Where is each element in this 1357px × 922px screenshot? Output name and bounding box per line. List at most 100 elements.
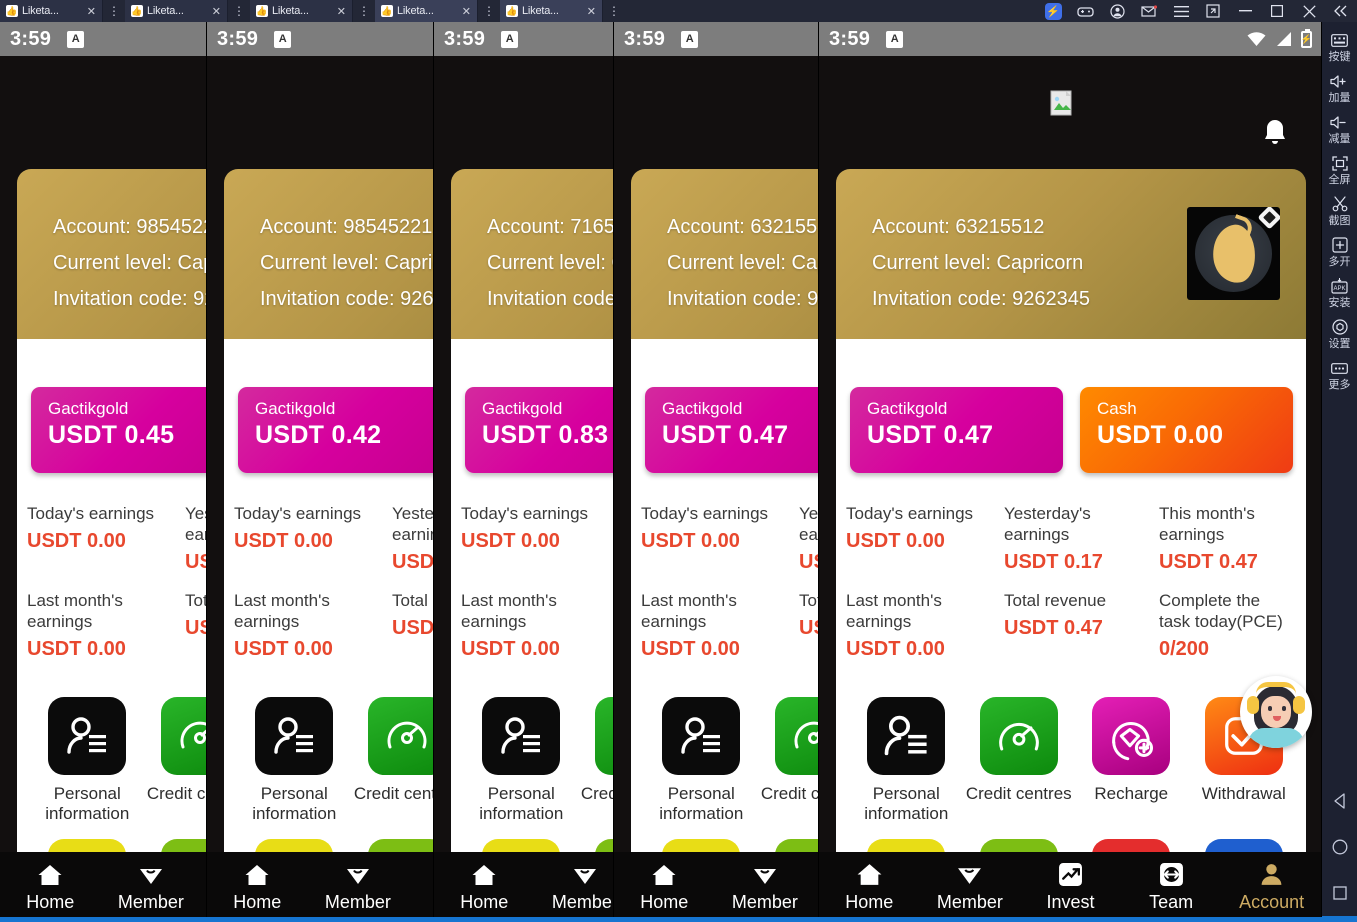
stat-label: Yesterday's earnings bbox=[1004, 504, 1091, 544]
gactikgold-balance-chip[interactable]: Gactikgold USDT 0.45 bbox=[31, 387, 206, 473]
nav-label: Team bbox=[1149, 892, 1194, 912]
account-icon[interactable] bbox=[1101, 0, 1133, 22]
stat-value: 0/200 bbox=[1159, 638, 1210, 660]
menu-item-personal-information[interactable]: Personal information bbox=[465, 697, 578, 824]
gactikgold-balance-chip[interactable]: Gactikgold USDT 0.47 bbox=[645, 387, 818, 473]
gactikgold-balance-chip[interactable]: Gactikgold USDT 0.42 bbox=[238, 387, 433, 473]
collapse-rail-icon[interactable] bbox=[1325, 0, 1357, 22]
instance-panel-5[interactable]: 3:59 A ⚡ Account: 63215512 Current level… bbox=[819, 22, 1322, 922]
account-line: Account: 98545221 bbox=[260, 209, 433, 245]
nav-member[interactable]: Member bbox=[101, 861, 202, 913]
invite-line: Invitation code: 9262345 bbox=[260, 281, 433, 317]
nav-invest[interactable]: Invest bbox=[1020, 861, 1121, 913]
restore-down-icon[interactable] bbox=[1197, 0, 1229, 22]
home-button[interactable] bbox=[1322, 824, 1357, 870]
tab-menu-2[interactable]: ⋮ bbox=[228, 0, 250, 22]
nav-home[interactable]: Home bbox=[0, 861, 101, 913]
nav-home[interactable]: Home bbox=[614, 861, 715, 913]
nav-member[interactable]: Member bbox=[535, 861, 613, 913]
maximize-icon[interactable] bbox=[1261, 0, 1293, 22]
stat-last-month: Last month's earnings USDT 0.00 bbox=[641, 590, 799, 662]
menu-item-personal-information[interactable]: Personal information bbox=[850, 697, 963, 824]
menu-item-recharge[interactable]: Recharge bbox=[1075, 697, 1188, 824]
nav-home[interactable]: Home bbox=[207, 861, 308, 913]
gactikgold-balance-chip[interactable]: Gactikgold USDT 0.83 bbox=[465, 387, 613, 473]
instance-panel-1[interactable]: 3:59 A Account: 98545221 Current level: … bbox=[0, 22, 207, 922]
rail-item-label: 加量 bbox=[1328, 92, 1351, 104]
gactikgold-balance-chip[interactable]: Gactikgold USDT 0.47 bbox=[850, 387, 1063, 473]
cash-balance-chip[interactable]: Cash USDT 0.00 bbox=[1080, 387, 1293, 473]
signal-icon bbox=[1275, 32, 1292, 46]
menu-item-personal-information[interactable]: Personal information bbox=[31, 697, 144, 824]
boost-icon[interactable]: ⚡ bbox=[1037, 0, 1069, 22]
emulator-tab-2[interactable]: 👍 Liketa... ✕ bbox=[125, 0, 228, 22]
emulator-tab-3[interactable]: 👍 Liketa... ✕ bbox=[250, 0, 353, 22]
emulator-tab-5[interactable]: 👍 Liketa... ✕ bbox=[500, 0, 603, 22]
close-window-icon[interactable] bbox=[1293, 0, 1325, 22]
rail-item-install-apk[interactable]: APK 安装 bbox=[1322, 276, 1357, 310]
close-icon[interactable]: ✕ bbox=[337, 5, 346, 18]
stat-value: USDT 0.00 bbox=[234, 530, 333, 552]
gauge-icon bbox=[160, 697, 206, 775]
back-button[interactable] bbox=[1322, 778, 1357, 824]
rail-item-keys[interactable]: 按键 bbox=[1322, 30, 1357, 64]
person-card-icon bbox=[482, 697, 561, 775]
rail-item-screenshot[interactable]: 截图 bbox=[1322, 194, 1357, 228]
invite-label: Invitation code: bbox=[667, 288, 802, 310]
menu-item-personal-information[interactable]: Personal information bbox=[645, 697, 758, 824]
stat-label: Total revenue bbox=[799, 591, 818, 610]
rail-item-label: 安装 bbox=[1328, 297, 1351, 309]
instance-panel-2[interactable]: 3:59 A Account: 98545221 Current level: … bbox=[207, 22, 434, 922]
gamepad-icon[interactable] bbox=[1069, 0, 1101, 22]
gauge-icon bbox=[594, 697, 613, 775]
rail-item-fullscreen[interactable]: 全屏 bbox=[1322, 153, 1357, 187]
menu-item-personal-information[interactable]: Personal information bbox=[238, 697, 351, 824]
nav-home[interactable]: Home bbox=[819, 861, 920, 913]
close-icon[interactable]: ✕ bbox=[212, 5, 221, 18]
rail-item-label: 全屏 bbox=[1328, 174, 1351, 186]
close-icon[interactable]: ✕ bbox=[587, 5, 596, 18]
menu-item-credit-centres[interactable]: Credit centres bbox=[578, 697, 613, 824]
emulator-tab-4[interactable]: 👍 Liketa... ✕ bbox=[375, 0, 478, 22]
menu-item-credit-centres[interactable]: Credit centres bbox=[351, 697, 433, 824]
nav-member[interactable]: Member bbox=[920, 861, 1021, 913]
mail-icon[interactable] bbox=[1133, 0, 1165, 22]
recents-button[interactable] bbox=[1322, 870, 1357, 916]
rail-item-multi-instance[interactable]: 多开 bbox=[1322, 235, 1357, 269]
rail-item-volume-down[interactable]: 减量 bbox=[1322, 112, 1357, 146]
notification-bell-icon[interactable] bbox=[1261, 118, 1289, 148]
tab-menu-4[interactable]: ⋮ bbox=[478, 0, 500, 22]
home-icon bbox=[651, 861, 678, 888]
menu-item-credit-centres[interactable]: Credit centres bbox=[144, 697, 206, 824]
nav-home[interactable]: Home bbox=[434, 861, 535, 913]
menu-item-credit-centres[interactable]: Credit centres bbox=[758, 697, 818, 824]
customer-service-button[interactable] bbox=[1240, 676, 1312, 748]
avatar[interactable] bbox=[1187, 207, 1280, 300]
nav-member[interactable]: Member bbox=[715, 861, 816, 913]
nav-team[interactable]: Team bbox=[1121, 861, 1222, 913]
close-icon[interactable]: ✕ bbox=[462, 5, 471, 18]
close-icon[interactable]: ✕ bbox=[87, 5, 96, 18]
nav-invest[interactable]: Invest bbox=[408, 861, 433, 913]
rail-item-more[interactable]: 更多 bbox=[1322, 358, 1357, 392]
person-card-icon bbox=[867, 697, 946, 775]
rail-item-volume-up[interactable]: 加量 bbox=[1322, 71, 1357, 105]
tab-menu-5[interactable]: ⋮ bbox=[603, 0, 625, 22]
tab-menu-3[interactable]: ⋮ bbox=[353, 0, 375, 22]
menu-item-credit-centres[interactable]: Credit centres bbox=[963, 697, 1076, 824]
rail-item-label: 按键 bbox=[1328, 51, 1351, 63]
nav-account[interactable]: Account bbox=[1221, 861, 1321, 913]
instance-panel-4[interactable]: 3:59 A Account: 6321551 Current level: C… bbox=[614, 22, 819, 922]
rail-item-settings[interactable]: 设置 bbox=[1322, 317, 1357, 351]
user-icon bbox=[1258, 861, 1285, 888]
person-card-icon bbox=[48, 697, 127, 775]
person-card-icon bbox=[255, 697, 334, 775]
tab-menu-1[interactable]: ⋮ bbox=[103, 0, 125, 22]
hamburger-menu-icon[interactable] bbox=[1165, 0, 1197, 22]
instance-panel-3[interactable]: 3:59 A Account: 71654 Current level: Cap… bbox=[434, 22, 614, 922]
app-content: Account: 71654 Current level: Capricorn … bbox=[434, 56, 613, 922]
nav-member[interactable]: Member bbox=[308, 861, 409, 913]
minimize-icon[interactable] bbox=[1229, 0, 1261, 22]
status-time: 3:59 bbox=[444, 27, 486, 50]
emulator-tab-1[interactable]: 👍 Liketa... ✕ bbox=[0, 0, 103, 22]
